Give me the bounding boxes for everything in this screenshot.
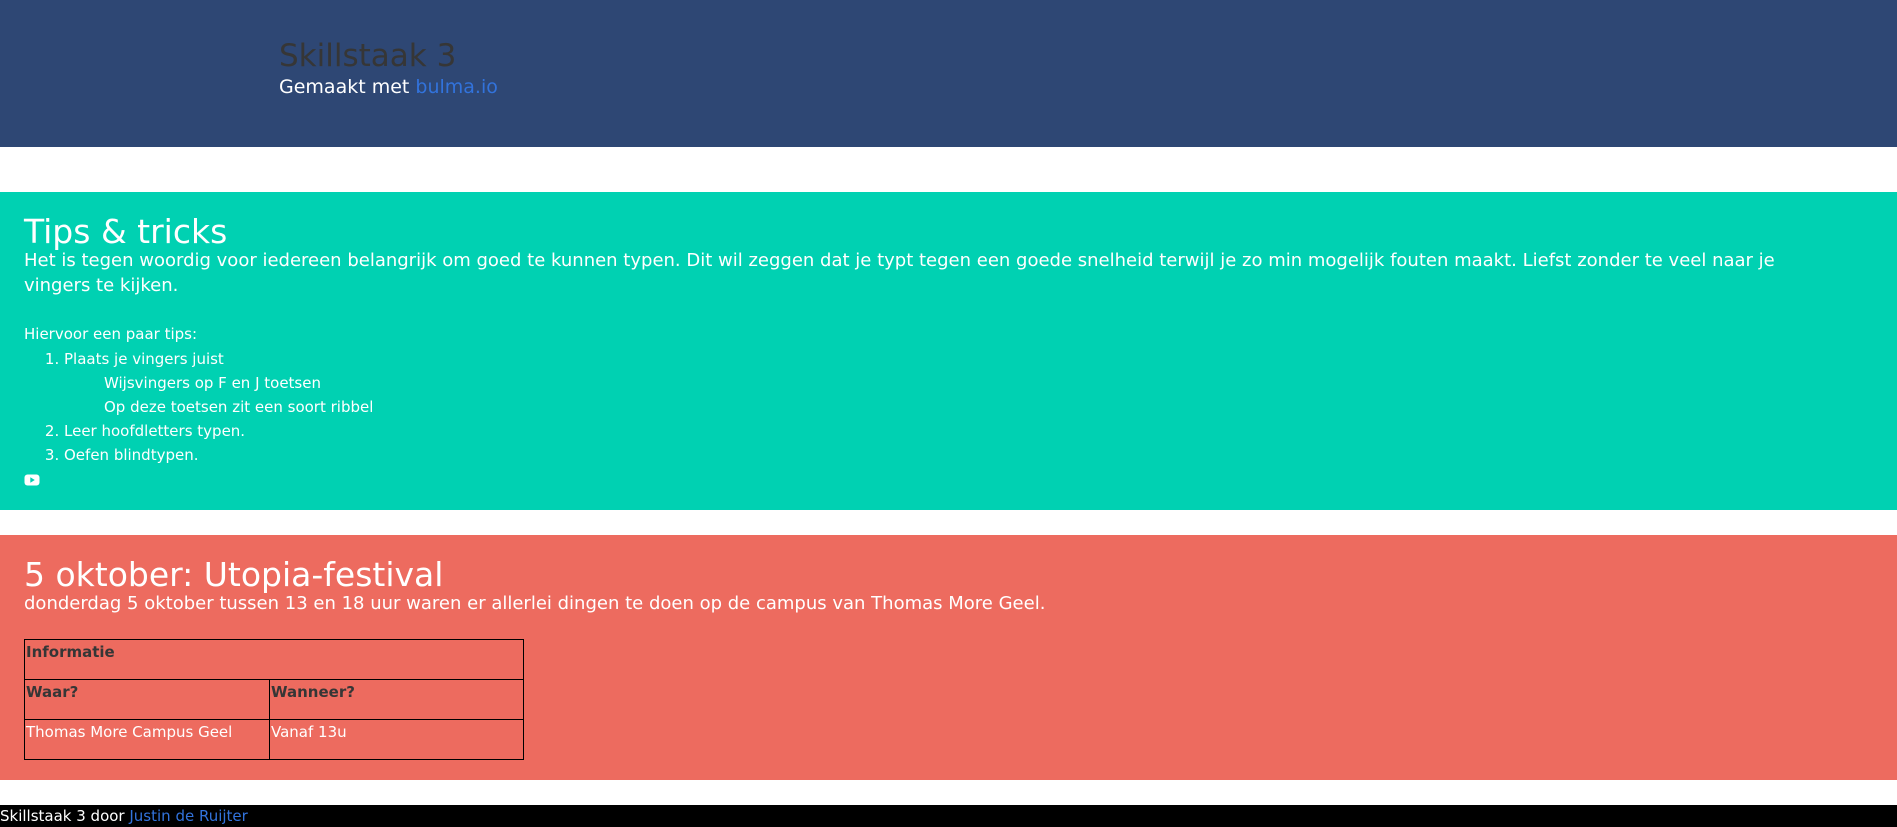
utopia-section: 5 oktober: Utopia-festival donderdag 5 o… xyxy=(0,535,1897,780)
list-item: Wijsvingers op F en J toetsen xyxy=(104,374,321,392)
table-row: Waar? Wanneer? xyxy=(24,679,524,720)
table-row: Thomas More Campus Geel Vanaf 13u xyxy=(24,719,524,760)
youtube-icon[interactable] xyxy=(24,472,40,488)
table-cell: Vanaf 13u xyxy=(269,719,524,760)
author-link[interactable]: Justin de Ruijter xyxy=(129,807,247,825)
list-item: Leer hoofdletters typen. xyxy=(64,419,373,443)
hero-subtitle: Gemaakt met bulma.io xyxy=(279,75,498,99)
subtitle-text: Gemaakt met xyxy=(279,76,416,98)
utopia-lead: donderdag 5 oktober tussen 13 en 18 uur … xyxy=(24,593,1046,614)
info-table: Informatie Waar? Wanneer? Thomas More Ca… xyxy=(24,639,524,760)
footer: Skillstaak 3 door Justin de Ruijter xyxy=(0,805,1897,827)
bulma-link[interactable]: bulma.io xyxy=(415,76,497,98)
list-item: Oefen blindtypen. xyxy=(64,443,373,467)
table-cell: Thomas More Campus Geel xyxy=(24,719,270,760)
page-title: Skillstaak 3 xyxy=(279,38,457,74)
list-item: Plaats je vingers juist Wijsvingers op F… xyxy=(64,347,373,419)
tips-intro: Hiervoor een paar tips: xyxy=(24,325,198,343)
hero-banner: Skillstaak 3 Gemaakt met bulma.io xyxy=(0,0,1897,147)
tip-label: Plaats je vingers juist xyxy=(64,350,224,368)
utopia-title: 5 oktober: Utopia-festival xyxy=(24,555,444,594)
tips-list: Plaats je vingers juist Wijsvingers op F… xyxy=(49,347,373,467)
table-caption: Informatie xyxy=(24,639,524,680)
tips-section: Tips & tricks Het is tegen woordig voor … xyxy=(0,192,1897,510)
table-header-wanneer: Wanneer? xyxy=(269,679,524,720)
footer-text: Skillstaak 3 door xyxy=(0,807,130,825)
tips-sublist: Wijsvingers op F en J toetsen Op deze to… xyxy=(64,371,373,419)
tips-lead: Het is tegen woordig voor iedereen belan… xyxy=(24,250,1775,296)
tips-title: Tips & tricks xyxy=(24,212,228,251)
table-header-waar: Waar? xyxy=(24,679,270,720)
table-row: Informatie xyxy=(24,639,524,680)
list-item: Op deze toetsen zit een soort ribbel xyxy=(104,398,374,416)
